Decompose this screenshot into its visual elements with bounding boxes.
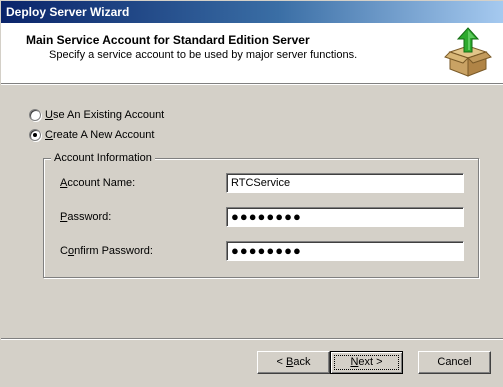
wizard-header: Main Service Account for Standard Editio… [1,23,503,83]
button-label: < Back [277,356,311,368]
back-button[interactable]: < Back [257,351,330,374]
radio-button[interactable] [29,109,41,121]
radio-label: Use An Existing Account [45,109,164,121]
password-field[interactable]: ●●●●●●●● [226,207,464,227]
radio-label-text: se An Existing Account [52,109,165,121]
account-name-field[interactable]: RTCService [226,173,464,193]
page-title: Main Service Account for Standard Editio… [26,33,310,47]
button-label: Next > [350,356,382,368]
button-label: Cancel [437,356,472,368]
group-legend: Account Information [51,152,155,164]
radio-label: Create A New Account [45,129,154,141]
wizard-window: Deploy Server Wizard Main Service Accoun… [0,0,503,387]
confirm-password-label: Confirm Password: [60,245,153,257]
footer-divider-highlight [1,339,503,340]
confirm-password-field[interactable]: ●●●●●●●● [226,241,464,261]
radio-use-existing-account[interactable]: Use An Existing Account [29,109,164,121]
radio-button-selected[interactable] [29,129,41,141]
account-name-label: Account Name: [60,177,135,189]
box-up-arrow-icon [444,27,492,77]
next-button[interactable]: Next > [330,351,403,374]
label-text: C [60,245,68,257]
access-key: C [45,129,53,141]
label-text: ccount Name: [67,177,136,189]
title-bar[interactable]: Deploy Server Wizard [1,1,503,23]
password-label: Password: [60,211,111,223]
page-subtitle: Specify a service account to be used by … [49,49,358,61]
label-text: assword: [67,211,112,223]
radio-label-text: reate A New Account [52,129,155,141]
label-text: nfirm Password: [74,245,153,257]
access-key: U [45,109,53,121]
window-title: Deploy Server Wizard [6,5,130,19]
label-text: ext > [358,356,383,368]
label-text: ack [293,356,311,368]
cancel-button[interactable]: Cancel [418,351,491,374]
label-text: < [276,356,286,368]
header-divider-highlight [1,84,503,85]
radio-create-new-account[interactable]: Create A New Account [29,129,154,141]
